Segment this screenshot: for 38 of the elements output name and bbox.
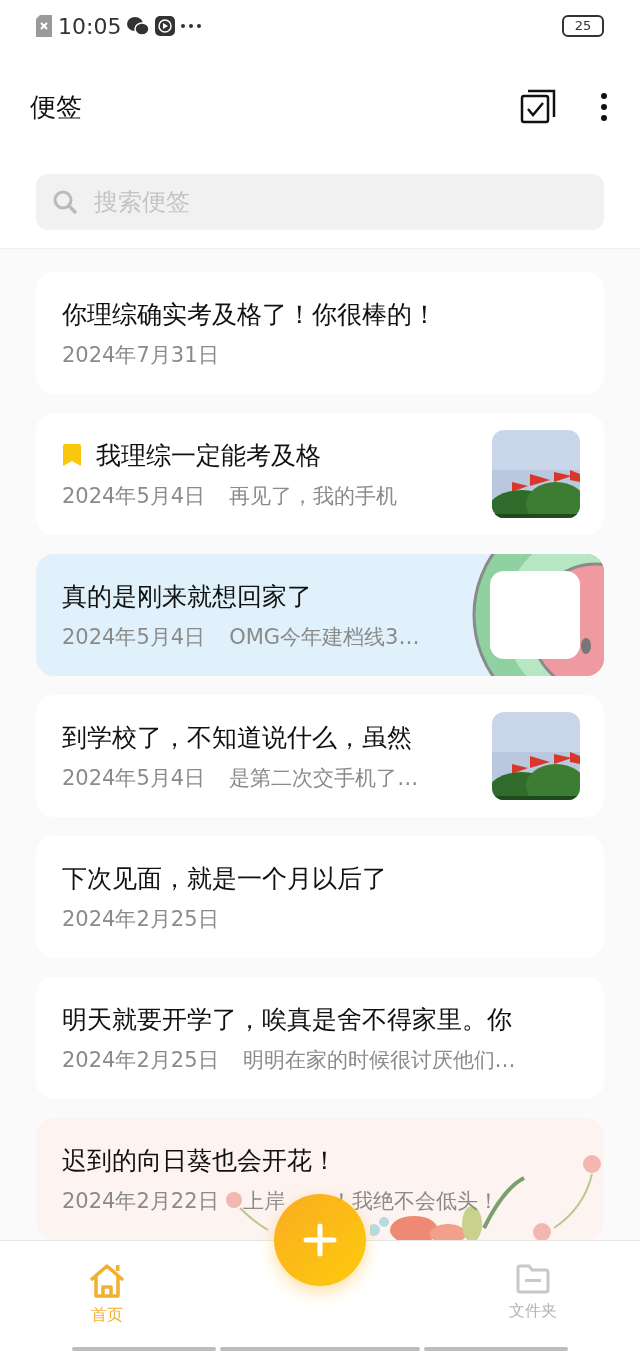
note-card[interactable]: 真的是刚来就想回家了 2024年5月4日 OMG今年建档线3…	[36, 554, 604, 676]
note-title: 你理综确实考及格了！你很棒的！	[62, 298, 437, 331]
sim-card-icon	[36, 15, 52, 37]
note-title: 明天就要开学了，唉真是舍不得家里。你	[62, 1003, 512, 1036]
checkbox-icon	[520, 89, 556, 125]
note-preview: 再见了，我的手机	[229, 482, 398, 510]
note-title: 真的是刚来就想回家了	[62, 580, 312, 613]
note-preview: 上岸	[242, 1187, 285, 1215]
note-date: 2024年7月31日	[62, 341, 219, 369]
plus-icon	[303, 1223, 337, 1257]
search-icon	[52, 189, 78, 215]
note-card[interactable]: 下次见面，就是一个月以后了 2024年2月25日	[36, 836, 604, 958]
home-icon	[88, 1263, 126, 1299]
page-title: 便签	[30, 90, 83, 124]
note-card[interactable]: 你理综确实考及格了！你很棒的！ 2024年7月31日	[36, 272, 604, 394]
more-icon	[600, 92, 608, 122]
more-icon	[181, 24, 202, 28]
note-date: 2024年2月25日	[62, 905, 219, 933]
note-title: 到学校了，不知道说什么，虽然	[62, 721, 412, 754]
note-card[interactable]: 明天就要开学了，唉真是舍不得家里。你 2024年2月25日 明明在家的时候很讨厌他们…	[36, 977, 604, 1099]
chat-icon	[127, 16, 150, 36]
note-title: 我理综一定能考及格	[96, 439, 321, 472]
note-card[interactable]: 到学校了，不知道说什么，虽然 2024年5月4日 是第二次交手机了…	[36, 695, 604, 817]
note-preview: OMG今年建档线3…	[229, 623, 420, 651]
note-date: 2024年2月22日	[62, 1187, 219, 1215]
note-date: 2024年2月25日	[62, 1046, 219, 1074]
note-date: 2024年5月4日	[62, 623, 206, 651]
note-preview: 是第二次交手机了…	[229, 764, 419, 792]
battery-indicator: 25	[562, 15, 604, 37]
play-icon	[155, 16, 176, 36]
note-date: 2024年5月4日	[62, 482, 206, 510]
note-date: 2024年5月4日	[62, 764, 206, 792]
folder-icon	[515, 1263, 551, 1295]
note-preview: 明明在家的时候很讨厌他们…	[242, 1046, 516, 1074]
note-card[interactable]: 我理综一定能考及格 2024年5月4日 再见了，我的手机	[36, 413, 604, 535]
status-time: 10:05	[58, 13, 122, 39]
note-title: 下次见面，就是一个月以后了	[62, 862, 387, 895]
note-title: 迟到的向日葵也会开花！	[62, 1144, 337, 1177]
